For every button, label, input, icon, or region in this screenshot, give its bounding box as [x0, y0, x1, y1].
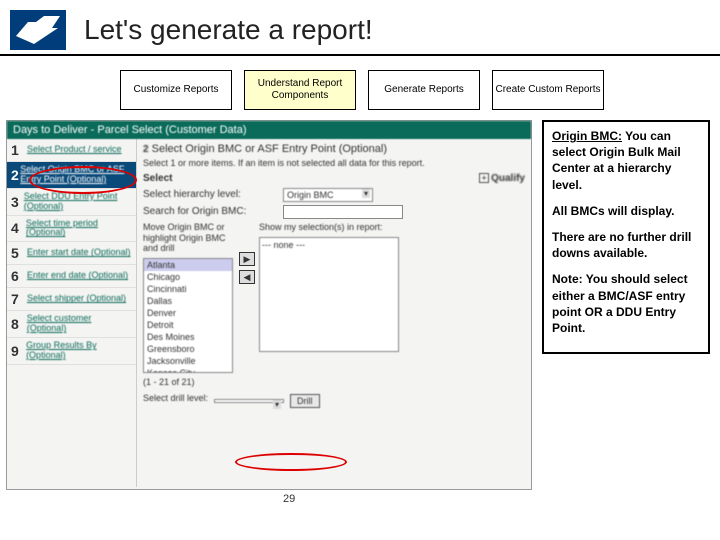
drill-level-label: Select drill level:	[143, 393, 208, 404]
step-9[interactable]: 9Group Results By (Optional)	[7, 338, 136, 365]
list-item[interactable]: Atlanta	[144, 259, 232, 271]
workflow-tabs: Customize Reports Understand Report Comp…	[0, 56, 720, 120]
list-item[interactable]: Des Moines	[144, 331, 232, 343]
step-7[interactable]: 7Select shipper (Optional)	[7, 288, 136, 311]
step-3[interactable]: 3Select DDU Entry Point (Optional)	[7, 189, 136, 216]
plus-icon: +	[479, 173, 489, 183]
annot-p2: All BMCs will display.	[552, 203, 700, 219]
drill-level-dropdown[interactable]	[214, 399, 284, 403]
step-2[interactable]: 2Select Origin BMC or ASF Entry Point (O…	[7, 162, 136, 189]
drill-button[interactable]: Drill	[290, 394, 320, 408]
list-item[interactable]: Chicago	[144, 271, 232, 283]
slide-number: 29	[283, 493, 295, 505]
list-item[interactable]: Detroit	[144, 319, 232, 331]
select-section-label: Select	[143, 173, 172, 184]
hierarchy-label: Select hierarchy level:	[143, 189, 283, 200]
search-label: Search for Origin BMC:	[143, 206, 283, 217]
hierarchy-dropdown[interactable]: Origin BMC	[283, 188, 373, 202]
origin-bmc-listbox[interactable]: Atlanta Chicago Cincinnati Dallas Denver…	[143, 258, 233, 373]
move-label: Move Origin BMC or highlight Origin BMC …	[143, 222, 235, 254]
qualify-toggle[interactable]: +Qualify	[479, 173, 525, 184]
wizard-steps: 1Select Product / service 2Select Origin…	[7, 139, 137, 487]
search-input[interactable]	[283, 205, 403, 219]
add-button[interactable]: ▶	[239, 252, 255, 266]
instruction-text: Select 1 or more items. If an item is no…	[143, 158, 525, 169]
list-pager: (1 - 21 of 21)	[143, 377, 525, 387]
step-8[interactable]: 8Select customer (Optional)	[7, 311, 136, 338]
annot-heading: Origin BMC:	[552, 129, 622, 143]
tab-create-custom[interactable]: Create Custom Reports	[492, 70, 604, 110]
list-item[interactable]: Cincinnati	[144, 283, 232, 295]
annotation-box: Origin BMC: You can select Origin Bulk M…	[542, 120, 710, 354]
annot-p4: Note: You should select either a BMC/ASF…	[552, 271, 700, 336]
step-6[interactable]: 6Enter end date (Optional)	[7, 265, 136, 288]
show-selection-label: Show my selection(s) in report:	[259, 222, 399, 233]
remove-button[interactable]: ◀	[239, 270, 255, 284]
list-item[interactable]: Jacksonville	[144, 355, 232, 367]
tab-understand-components[interactable]: Understand Report Components	[244, 70, 356, 110]
list-item[interactable]: Greensboro	[144, 343, 232, 355]
page-title: Let's generate a report!	[84, 14, 373, 46]
tab-generate-reports[interactable]: Generate Reports	[368, 70, 480, 110]
step-1[interactable]: 1Select Product / service	[7, 139, 136, 162]
step-5[interactable]: 5Enter start date (Optional)	[7, 242, 136, 265]
list-item[interactable]: Denver	[144, 307, 232, 319]
annot-p3: There are no further drill downs availab…	[552, 229, 700, 261]
list-item[interactable]: Kansas City	[144, 367, 232, 373]
report-title-bar: Days to Deliver - Parcel Select (Custome…	[7, 121, 531, 139]
slide-header: Let's generate a report!	[0, 0, 720, 56]
selection-listbox[interactable]: --- none ---	[259, 237, 399, 352]
step-4[interactable]: 4Select time period (Optional)	[7, 216, 136, 243]
list-item[interactable]: Dallas	[144, 295, 232, 307]
step-panel: 2 Select Origin BMC or ASF Entry Point (…	[137, 139, 531, 487]
usps-logo	[10, 10, 66, 50]
tab-customize-reports[interactable]: Customize Reports	[120, 70, 232, 110]
app-screenshot: Days to Deliver - Parcel Select (Custome…	[6, 120, 532, 490]
